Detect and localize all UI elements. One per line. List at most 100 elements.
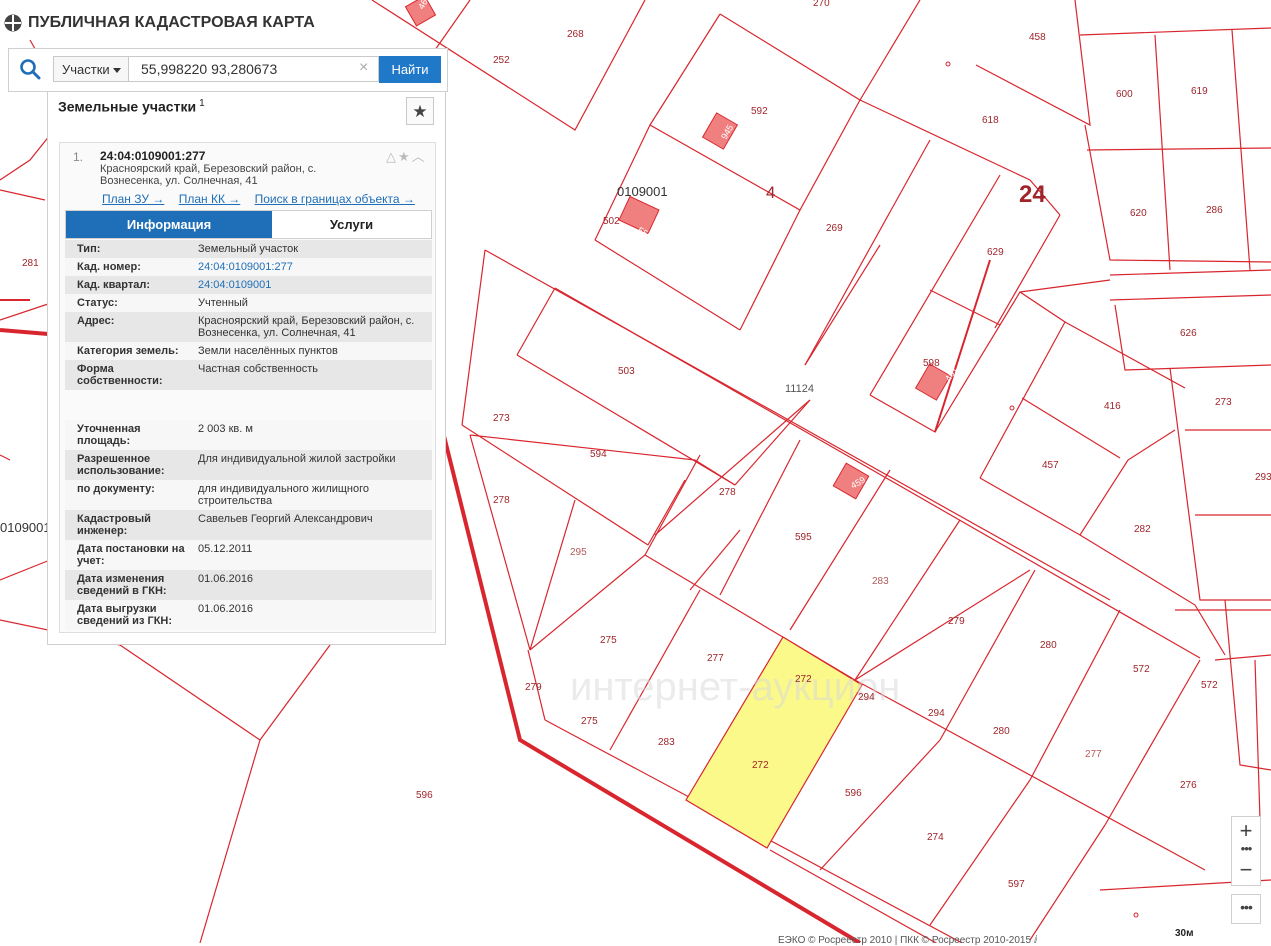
attribute-value: Земельный участок [198,243,299,255]
results-title: Земельные участки [58,98,197,115]
parcel-label: 572 [1133,664,1150,675]
chevron-up-icon[interactable]: ︿ [412,149,427,164]
attribute-row: Уточненная площадь: 2 003 кв. м [65,420,432,450]
parcel-label: 273 [1215,397,1232,408]
parcel-label: 503 [618,366,635,377]
attribute-value: 2 003 кв. м [198,423,253,435]
logo-icon [4,14,22,32]
parcel-label: 279 [948,616,965,627]
tab-services[interactable]: Услуги [272,211,431,238]
parcel-label: 597 [1008,879,1025,890]
search-icon[interactable] [19,58,41,80]
attribute-key: Адрес: [77,315,115,327]
parcel-label: 596 [416,790,433,801]
parcel-label: 295 [570,547,587,558]
block-label: 0109001 [0,520,51,535]
result-address-line: Красноярский край, Березовский район, с. [100,163,317,175]
parcel-label: 270 [813,0,830,9]
attribute-row: Разрешенное использование: Для индивидуал… [65,450,432,480]
parcel-label: 276 [1180,780,1197,791]
parcel-label: 286 [1206,205,1223,216]
result-card[interactable]: 1. 24:04:0109001:277 Красноярский край, … [59,142,436,633]
parcel-label: 281 [22,258,39,269]
clear-icon[interactable]: × [359,60,368,76]
attribute-row: Дата изменения сведений в ГКН: 01.06.2016 [65,570,432,600]
attribute-key: Форма собственности: [77,363,163,387]
card-tabs: Информация Услуги [65,210,432,239]
attribute-key: Кад. номер: [77,261,141,273]
attribute-key: Дата выгрузки сведений из ГКН: [77,603,173,627]
attribute-row: Статус: Учтенный [65,294,432,312]
plan-zu-link[interactable]: План ЗУ → [102,192,164,206]
parcel-label: 272 [752,760,769,771]
result-address-line: Вознесенка, ул. Солнечная, 41 [100,175,258,187]
parcel-label: 269 [826,223,843,234]
star-outline-icon[interactable]: ★ [398,149,412,164]
more-button[interactable]: ••• [1231,894,1261,924]
attribute-key: Разрешенное использование: [77,453,165,477]
attribute-key: Категория земель: [77,345,179,357]
parcel-label: 293 [1255,472,1271,483]
parcel-label: 272 [795,674,812,685]
results-count: 1 [199,98,205,109]
results-header: Земельные участки 1 [58,98,205,115]
attribute-key: Дата постановки на учет: [77,543,185,567]
block-label: 11124 [785,383,814,395]
attribute-row: Дата выгрузки сведений из ГКН: 01.06.2016 [65,600,432,630]
parcel-label: 618 [982,115,999,126]
watermark: интернет-аукцион [570,665,900,709]
attribute-row: Кад. квартал: 24:04:0109001 [65,276,432,294]
search-bounds-link[interactable]: Поиск в границах объекта → [255,192,415,206]
attribute-row: Кадастровый инженер: Савельев Георгий Але… [65,510,432,540]
results-panel: Земельные участки 1 ★ 1. 24:04:0109001:27… [47,91,446,645]
attribute-row: Кад. номер: 24:04:0109001:277 [65,258,432,276]
tab-info[interactable]: Информация [66,211,272,238]
search-button[interactable]: Найти [379,56,441,83]
parcel-label: 283 [658,737,675,748]
attribute-value: Для индивидуальной жилой застройки [198,453,396,465]
attribute-value: 05.12.2011 [198,543,253,555]
attribute-row: Форма собственности: Частная собственност… [65,360,432,390]
block-label: 4 [766,183,775,202]
parcel-label: 594 [590,449,607,460]
attribute-row: Тип: Земельный участок [65,240,432,258]
parcel-label: 502 [603,216,620,227]
parcel-label: 282 [1134,524,1151,535]
parcel-label: 629 [987,247,1004,258]
attribute-value: Частная собственность [198,363,319,375]
result-address: Красноярский край, Березовский район, с.… [100,163,350,187]
search-input[interactable] [129,56,379,82]
attribute-key: Кад. квартал: [77,279,151,291]
zoom-out-button[interactable]: − [1232,857,1260,885]
plan-kk-link[interactable]: План КК → [179,192,241,206]
attribute-key: по документу: [77,483,155,495]
parcel-label: 596 [845,788,862,799]
favorite-button[interactable]: ★ [406,97,434,125]
attribute-key: Тип: [77,243,101,255]
star-icon: ★ [412,102,428,121]
parcel-label: 274 [927,832,944,843]
attribute-value[interactable]: 24:04:0109001 [198,279,426,291]
result-number: 1. [73,150,84,164]
zoom-controls: + ••• − [1231,816,1261,886]
chevron-down-icon [113,68,121,73]
parcel-label: 600 [1116,89,1133,100]
warning-icon[interactable]: △ [386,149,398,164]
parcel-label: 273 [493,413,510,424]
zoom-level-dots: ••• [1240,841,1253,856]
parcel-label: 280 [993,726,1010,737]
parcel-label: 458 [1029,32,1046,43]
parcel-label: 279 [525,682,542,693]
attribute-value[interactable]: 24:04:0109001:277 [198,261,426,273]
search-type-select[interactable]: Участки [53,56,129,82]
block-label: 0109001 [617,184,668,199]
result-cadastral-number[interactable]: 24:04:0109001:277 [100,149,205,163]
parcel-label: 278 [719,487,736,498]
parcel-label: 416 [1104,401,1121,412]
attribute-row: Адрес: Красноярский край, Березовский рай… [65,312,432,342]
attribute-key: Уточненная площадь: [77,423,141,447]
parcel-label: 294 [858,692,875,703]
app-header: ПУБЛИЧНАЯ КАДАСТРОВАЯ КАРТА [0,0,440,44]
attribute-value: для индивидуального жилищного строительс… [198,483,370,507]
parcel-label: 277 [707,653,724,664]
